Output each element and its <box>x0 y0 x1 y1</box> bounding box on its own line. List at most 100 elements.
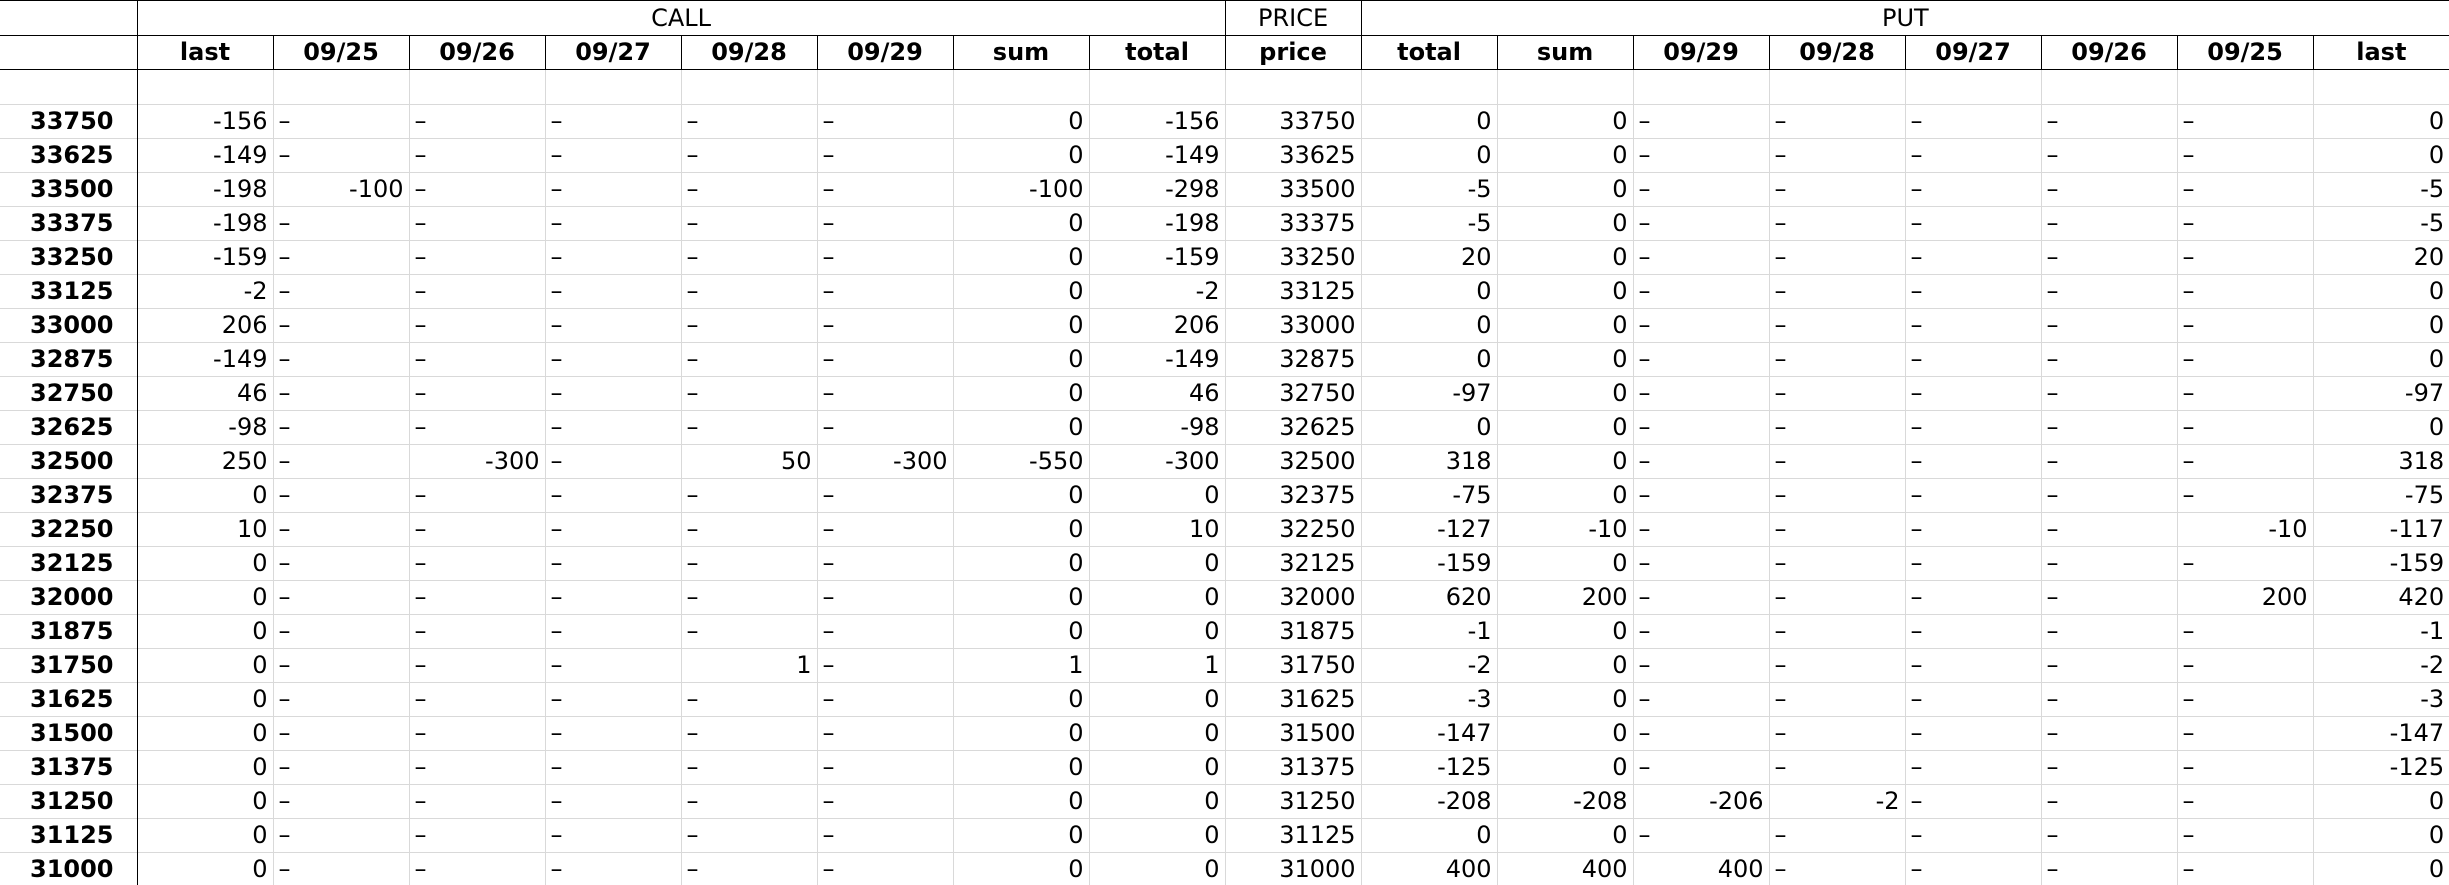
call-cell[interactable]: – <box>680 308 817 343</box>
call-cell[interactable]: – <box>680 172 817 207</box>
call-cell[interactable]: – <box>408 818 545 853</box>
call-cell[interactable]: -156 <box>136 104 273 139</box>
call-cell[interactable]: – <box>544 818 681 853</box>
call-cell[interactable]: – <box>272 274 409 309</box>
call-cell[interactable]: 206 <box>136 308 273 343</box>
call-cell[interactable]: – <box>816 376 953 411</box>
call-cell[interactable]: -198 <box>136 206 273 241</box>
price-cell[interactable]: 32000 <box>1224 580 1362 615</box>
blank-cell[interactable] <box>1904 69 2042 105</box>
put-cell[interactable]: – <box>1904 818 2042 853</box>
call-cell[interactable]: 0 <box>952 818 1089 853</box>
put-group-header[interactable]: PUT <box>1360 0 2449 36</box>
row-label[interactable]: 31750 <box>0 648 138 683</box>
price-cell[interactable]: 33125 <box>1224 274 1362 309</box>
put-cell[interactable]: – <box>2176 682 2314 717</box>
call-cell[interactable]: – <box>408 138 545 173</box>
row-header-blank[interactable] <box>0 35 138 70</box>
put-cell[interactable]: 0 <box>1496 342 1634 377</box>
call-cell[interactable]: – <box>408 376 545 411</box>
row-label[interactable]: 32125 <box>0 546 138 581</box>
call-cell[interactable]: – <box>272 784 409 819</box>
put-cell[interactable]: – <box>2176 410 2314 445</box>
put-cell[interactable]: -1 <box>2312 614 2449 649</box>
put-cell[interactable]: -147 <box>1360 716 1498 751</box>
call-header-cell[interactable]: last <box>136 35 273 70</box>
put-cell[interactable]: – <box>2040 274 2178 309</box>
put-header-cell[interactable]: total <box>1360 35 1498 70</box>
row-label[interactable]: 33500 <box>0 172 138 207</box>
call-cell[interactable]: – <box>544 716 681 751</box>
price-cell[interactable]: 33375 <box>1224 206 1362 241</box>
call-cell[interactable]: 0 <box>952 274 1089 309</box>
put-cell[interactable]: – <box>1768 240 1906 275</box>
put-cell[interactable]: 0 <box>1496 104 1634 139</box>
put-cell[interactable]: – <box>1768 376 1906 411</box>
put-cell[interactable]: 0 <box>1496 546 1634 581</box>
put-cell[interactable]: – <box>1632 682 1770 717</box>
call-cell[interactable]: – <box>816 478 953 513</box>
blank-cell[interactable] <box>1224 69 1362 105</box>
row-label[interactable]: 32875 <box>0 342 138 377</box>
call-cell[interactable]: – <box>408 716 545 751</box>
put-cell[interactable]: – <box>1632 444 1770 479</box>
row-label[interactable]: 32625 <box>0 410 138 445</box>
price-cell[interactable]: 32750 <box>1224 376 1362 411</box>
put-cell[interactable]: – <box>1632 376 1770 411</box>
put-cell[interactable]: – <box>1904 852 2042 885</box>
blank-cell[interactable] <box>1632 69 1770 105</box>
put-cell[interactable]: – <box>1768 580 1906 615</box>
call-cell[interactable]: – <box>272 410 409 445</box>
price-cell[interactable]: 31125 <box>1224 818 1362 853</box>
call-cell[interactable]: -98 <box>136 410 273 445</box>
call-cell[interactable]: 46 <box>1088 376 1226 411</box>
call-cell[interactable]: -159 <box>1088 240 1226 275</box>
put-cell[interactable]: – <box>2040 104 2178 139</box>
call-cell[interactable]: – <box>272 648 409 683</box>
put-header-cell[interactable]: 09/26 <box>2040 35 2178 70</box>
put-cell[interactable]: 0 <box>1496 818 1634 853</box>
put-cell[interactable]: – <box>1632 512 1770 547</box>
call-cell[interactable]: 0 <box>952 750 1089 785</box>
call-header-cell[interactable]: 09/28 <box>680 35 817 70</box>
put-cell[interactable]: 318 <box>2312 444 2449 479</box>
call-cell[interactable]: 0 <box>1088 818 1226 853</box>
put-cell[interactable]: – <box>2176 308 2314 343</box>
put-cell[interactable]: – <box>1632 206 1770 241</box>
row-label[interactable]: 33125 <box>0 274 138 309</box>
call-cell[interactable]: 0 <box>136 682 273 717</box>
put-cell[interactable]: -97 <box>1360 376 1498 411</box>
put-header-cell[interactable]: 09/28 <box>1768 35 1906 70</box>
call-cell[interactable]: – <box>408 546 545 581</box>
put-cell[interactable]: 0 <box>2312 138 2449 173</box>
put-cell[interactable]: – <box>1632 716 1770 751</box>
row-label[interactable]: 32250 <box>0 512 138 547</box>
row-label[interactable]: 31125 <box>0 818 138 853</box>
put-cell[interactable]: -2 <box>2312 648 2449 683</box>
put-cell[interactable]: -125 <box>1360 750 1498 785</box>
put-cell[interactable]: – <box>1768 172 1906 207</box>
row-label[interactable]: 31375 <box>0 750 138 785</box>
call-cell[interactable]: 0 <box>1088 478 1226 513</box>
put-cell[interactable]: -75 <box>1360 478 1498 513</box>
put-cell[interactable]: -2 <box>1360 648 1498 683</box>
put-cell[interactable]: 0 <box>1360 342 1498 377</box>
put-cell[interactable]: – <box>2040 648 2178 683</box>
call-cell[interactable]: – <box>680 784 817 819</box>
price-header-cell[interactable]: price <box>1224 35 1362 70</box>
put-cell[interactable]: – <box>1632 308 1770 343</box>
put-cell[interactable]: – <box>1632 342 1770 377</box>
put-cell[interactable]: – <box>1904 206 2042 241</box>
call-cell[interactable]: 0 <box>952 104 1089 139</box>
put-cell[interactable]: – <box>2176 648 2314 683</box>
put-cell[interactable]: – <box>1632 750 1770 785</box>
put-cell[interactable]: -206 <box>1632 784 1770 819</box>
call-cell[interactable]: – <box>816 274 953 309</box>
put-header-cell[interactable]: sum <box>1496 35 1634 70</box>
call-cell[interactable]: -100 <box>272 172 409 207</box>
blank-cell[interactable] <box>2040 69 2178 105</box>
call-cell[interactable]: – <box>816 308 953 343</box>
put-cell[interactable]: -159 <box>1360 546 1498 581</box>
call-cell[interactable]: – <box>408 852 545 885</box>
put-cell[interactable]: -147 <box>2312 716 2449 751</box>
